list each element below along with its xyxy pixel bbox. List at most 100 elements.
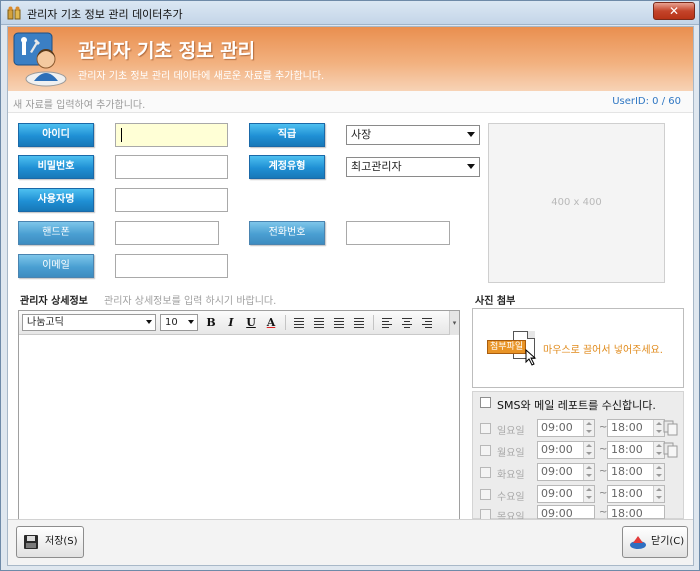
copy-icon[interactable] xyxy=(663,442,679,458)
end-time-input[interactable]: 18:00 xyxy=(607,485,665,503)
close-button[interactable]: 닫기(C) xyxy=(622,526,688,558)
day-label: 일요일 xyxy=(497,426,525,437)
end-time-input[interactable]: 18:00 xyxy=(607,419,665,437)
font-size-select[interactable]: 10 xyxy=(160,314,198,331)
spinner-icon[interactable] xyxy=(583,486,594,502)
info-hint: 새 자료를 입력하여 추가합니다. xyxy=(13,100,146,111)
day-label: 수요일 xyxy=(497,492,525,503)
password-label: 비밀번호 xyxy=(18,155,94,179)
photo-section-title: 사진 첨부 xyxy=(475,296,516,307)
app-icon xyxy=(7,6,21,20)
align-left-icon[interactable] xyxy=(379,314,395,331)
detail-section-title: 관리자 상세정보 xyxy=(20,296,88,307)
close-button-label: 닫기(C) xyxy=(651,536,685,547)
font-size-value: 10 xyxy=(165,317,178,328)
spinner-icon[interactable] xyxy=(583,420,594,436)
editor-toolbar: 나눔고딕 10 B I U A ▾ xyxy=(19,311,459,335)
phone-label: 핸드폰 xyxy=(18,221,94,245)
end-time-value: 18:00 xyxy=(611,487,643,500)
footer-bar: 저장(S) 닫기(C) xyxy=(8,519,693,565)
indent-icon[interactable] xyxy=(351,314,367,331)
end-time-input[interactable]: 18:00 xyxy=(607,505,665,519)
start-time-value: 09:00 xyxy=(541,443,573,456)
day-checkbox[interactable] xyxy=(480,489,491,500)
copy-icon[interactable] xyxy=(663,420,679,436)
start-time-value: 09:00 xyxy=(541,507,573,519)
sms-schedule-panel: SMS와 메일 레포트를 수신합니다. 일요일 09:00 ~ 18:00 월요… xyxy=(472,391,684,523)
photo-drop-area[interactable]: 첨부파일 마우스로 끌어서 넣어주세요. xyxy=(472,308,684,388)
font-family-value: 나눔고딕 xyxy=(27,317,64,328)
align-center-icon[interactable] xyxy=(399,314,415,331)
font-color-button[interactable]: A xyxy=(263,314,279,331)
account-type-select[interactable]: 최고관리자 xyxy=(346,157,480,177)
day-checkbox[interactable] xyxy=(480,445,491,456)
start-time-value: 09:00 xyxy=(541,421,573,434)
toolbar-overflow-icon[interactable]: ▾ xyxy=(449,311,459,335)
day-label: 월요일 xyxy=(497,448,525,459)
info-bar: 새 자료를 입력하여 추가합니다. UserID: 0 / 60 xyxy=(8,91,693,113)
page-title: 관리자 기초 정보 관리 xyxy=(78,40,256,62)
cursor-icon xyxy=(525,349,537,366)
start-time-value: 09:00 xyxy=(541,465,573,478)
username-label: 사용자명 xyxy=(18,188,94,212)
rich-text-editor[interactable]: 나눔고딕 10 B I U A ▾ xyxy=(18,310,460,522)
drop-instruction: 마우스로 끌어서 넣어주세요. xyxy=(543,345,663,356)
start-time-input[interactable]: 09:00 xyxy=(537,463,595,481)
tel-label: 전화번호 xyxy=(249,221,325,245)
font-family-select[interactable]: 나눔고딕 xyxy=(22,314,156,331)
spinner-icon[interactable] xyxy=(583,442,594,458)
client-area: 관리자 기초 정보 관리 관리자 기초 정보 관리 데이타에 새로운 자료를 추… xyxy=(7,26,694,566)
position-select[interactable]: 사장 xyxy=(346,125,480,145)
chevron-down-icon xyxy=(467,164,475,169)
chevron-down-icon xyxy=(188,320,194,324)
save-button-label: 저장(S) xyxy=(45,536,78,547)
italic-button[interactable]: I xyxy=(223,314,239,331)
user-id-counter: UserID: 0 / 60 xyxy=(612,96,681,107)
username-input[interactable] xyxy=(115,188,228,212)
position-label: 직급 xyxy=(249,123,325,147)
start-time-input[interactable]: 09:00 xyxy=(537,419,595,437)
bullet-list-icon[interactable] xyxy=(311,314,327,331)
phone-input[interactable] xyxy=(115,221,219,245)
email-input[interactable] xyxy=(115,254,228,278)
toolbar-divider xyxy=(373,315,374,330)
sms-report-checkbox[interactable] xyxy=(480,397,491,408)
id-input[interactable] xyxy=(115,123,228,147)
outdent-icon[interactable] xyxy=(331,314,347,331)
underline-button[interactable]: U xyxy=(243,314,259,331)
end-time-value: 18:00 xyxy=(611,465,643,478)
attach-file-badge: 첨부파일 xyxy=(487,340,527,354)
password-input[interactable] xyxy=(115,155,228,179)
day-checkbox[interactable] xyxy=(480,423,491,434)
account-type-label: 계정유형 xyxy=(249,155,325,179)
id-label: 아이디 xyxy=(18,123,94,147)
start-time-value: 09:00 xyxy=(541,487,573,500)
exit-icon xyxy=(630,536,646,549)
window-close-button[interactable]: ✕ xyxy=(653,2,695,20)
day-checkbox[interactable] xyxy=(480,467,491,478)
toolbar-divider xyxy=(285,315,286,330)
admin-tools-icon xyxy=(13,32,67,87)
save-button[interactable]: 저장(S) xyxy=(16,526,84,558)
spinner-icon[interactable] xyxy=(583,464,594,480)
sms-report-label: SMS와 메일 레포트를 수신합니다. xyxy=(497,399,656,412)
numbered-list-icon[interactable] xyxy=(291,314,307,331)
start-time-input[interactable]: 09:00 xyxy=(537,505,595,519)
start-time-input[interactable]: 09:00 xyxy=(537,485,595,503)
chevron-down-icon xyxy=(146,320,152,324)
end-time-value: 18:00 xyxy=(611,507,643,519)
email-label: 이메일 xyxy=(18,254,94,278)
spinner-icon[interactable] xyxy=(653,486,664,502)
chevron-down-icon xyxy=(467,132,475,137)
end-time-value: 18:00 xyxy=(611,443,643,456)
end-time-input[interactable]: 18:00 xyxy=(607,441,665,459)
title-bar[interactable]: 관리자 기초 정보 관리 데이터추가 ✕ xyxy=(1,1,699,25)
end-time-input[interactable]: 18:00 xyxy=(607,463,665,481)
floppy-disk-icon xyxy=(24,535,38,549)
spinner-icon[interactable] xyxy=(653,464,664,480)
align-right-icon[interactable] xyxy=(419,314,435,331)
start-time-input[interactable]: 09:00 xyxy=(537,441,595,459)
bold-button[interactable]: B xyxy=(203,314,219,331)
day-label: 화요일 xyxy=(497,470,525,481)
tel-input[interactable] xyxy=(346,221,450,245)
